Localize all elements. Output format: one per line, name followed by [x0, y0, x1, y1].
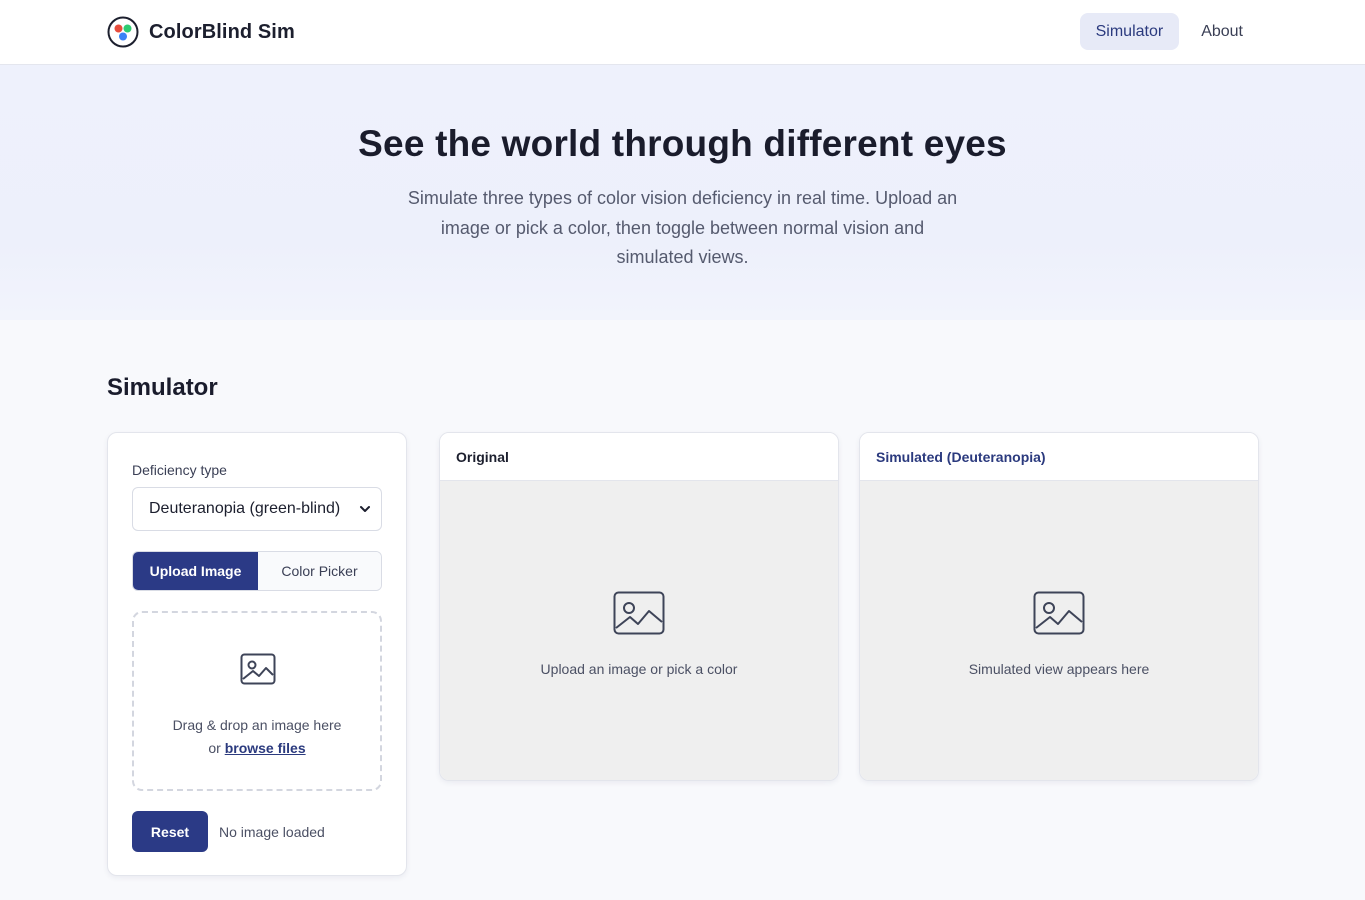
mode-toggle: Upload Image Color Picker	[132, 551, 382, 591]
image-dropzone[interactable]: Drag & drop an image here or browse file…	[132, 611, 382, 791]
browse-files-link[interactable]: browse files	[225, 740, 306, 756]
controls-card: Deficiency type Deuteranopia (green-blin…	[107, 432, 407, 876]
chevron-down-icon	[360, 506, 370, 512]
image-status: No image loaded	[219, 824, 325, 840]
hero-subtitle: Simulate three types of color vision def…	[407, 188, 958, 267]
dropzone-browse-line: or browse files	[134, 737, 380, 760]
image-icon	[1033, 591, 1085, 635]
original-panel: Original Upload an image or pick a color	[439, 432, 839, 781]
simulated-placeholder: Simulated view appears here	[968, 661, 1150, 677]
brand[interactable]: ColorBlind Sim	[107, 16, 295, 48]
reset-button[interactable]: Reset	[132, 811, 208, 852]
hero-banner: See the world through different eyes Sim…	[0, 65, 1365, 320]
hero-title: See the world through different eyes	[358, 123, 1007, 164]
simulated-panel: Simulated (Deuteranopia) Simulated view …	[859, 432, 1259, 781]
nav-simulator[interactable]: Simulator	[1079, 13, 1180, 50]
dropzone-or: or	[208, 740, 225, 756]
simulated-panel-title: Simulated (Deuteranopia)	[860, 433, 1258, 481]
brand-name: ColorBlind Sim	[149, 20, 295, 43]
simulated-preview-area: Simulated view appears here	[860, 481, 1258, 780]
color-dots-logo-icon	[107, 16, 139, 48]
deficiency-type-value: Deuteranopia (green-blind)	[149, 500, 341, 517]
upload-image-tab[interactable]: Upload Image	[133, 552, 258, 590]
color-picker-tab[interactable]: Color Picker	[258, 552, 381, 590]
dropzone-text: Drag & drop an image here or browse file…	[134, 714, 380, 760]
deficiency-type-label: Deficiency type	[132, 462, 227, 478]
top-navbar: ColorBlind Sim Simulator About	[0, 0, 1365, 65]
deficiency-type-select[interactable]: Deuteranopia (green-blind)	[132, 487, 382, 531]
image-icon	[613, 591, 665, 635]
section-title: Simulator	[107, 374, 218, 401]
nav-about[interactable]: About	[1185, 13, 1259, 50]
original-panel-title: Original	[440, 433, 838, 481]
original-placeholder: Upload an image or pick a color	[540, 661, 738, 677]
original-preview-area: Upload an image or pick a color	[440, 481, 838, 780]
dropzone-instructions: Drag & drop an image here	[172, 717, 342, 733]
image-icon	[240, 653, 276, 685]
main-nav: Simulator About	[1079, 13, 1259, 50]
